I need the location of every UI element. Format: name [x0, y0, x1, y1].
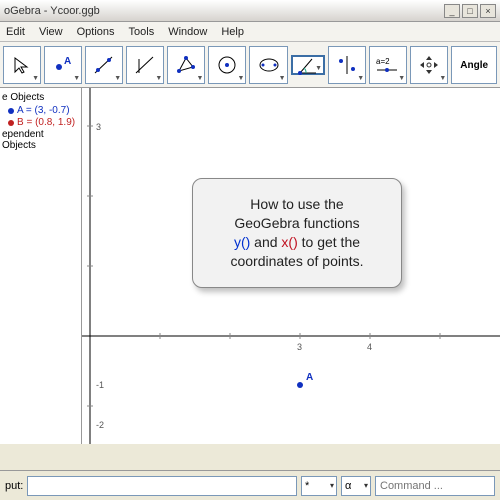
- chevron-down-icon: ▼: [279, 75, 286, 82]
- tool-slider[interactable]: a=2 ▼: [369, 46, 407, 84]
- toolbar: ▼ A▼ ▼ ▼ ▼ ▼ ▼ ▼ ▼ a=2▼ ▼ Angle: [0, 42, 500, 88]
- chevron-down-icon: ▾: [364, 481, 370, 490]
- y-tick-n2: -2: [96, 420, 104, 430]
- graphics-view[interactable]: 3 4 3 -1 -2 A How to use the GeoGebra fu…: [82, 88, 500, 444]
- y-tick-n1: -1: [96, 380, 104, 390]
- window-titlebar: oGebra - Ycoor.ggb _ □ ×: [0, 0, 500, 22]
- tool-label-angle[interactable]: Angle: [451, 46, 497, 84]
- object-b[interactable]: B = (0.8, 1.9): [8, 117, 79, 128]
- chevron-down-icon: ▼: [357, 75, 364, 82]
- object-a[interactable]: A = (3, -0.7): [8, 105, 79, 116]
- tool-move[interactable]: ▼: [3, 46, 41, 84]
- tool-polygon[interactable]: ▼: [167, 46, 205, 84]
- tool-circle[interactable]: ▼: [208, 46, 246, 84]
- command-select[interactable]: [375, 476, 495, 496]
- window-title: oGebra - Ycoor.ggb: [4, 0, 100, 22]
- svg-text:A: A: [64, 56, 71, 67]
- chevron-down-icon: ▼: [439, 75, 446, 82]
- tool-reflect[interactable]: ▼: [328, 46, 366, 84]
- minimize-button[interactable]: _: [444, 4, 460, 18]
- chevron-down-icon: ▼: [32, 75, 39, 82]
- x-tick-3: 3: [297, 342, 302, 352]
- menu-tools[interactable]: Tools: [129, 26, 155, 38]
- tool-line[interactable]: ▼: [85, 46, 123, 84]
- tool-angle[interactable]: ▼: [291, 55, 326, 75]
- tool-segment[interactable]: ▼: [126, 46, 164, 84]
- menu-help[interactable]: Help: [221, 26, 244, 38]
- command-input[interactable]: [27, 476, 297, 496]
- input-bar: put: *▾ α▾: [0, 470, 500, 500]
- menu-bar: Edit View Options Tools Window Help: [0, 22, 500, 42]
- close-button[interactable]: ×: [480, 4, 496, 18]
- chevron-down-icon: ▼: [73, 75, 80, 82]
- chevron-down-icon: ▼: [398, 75, 405, 82]
- input-label: put:: [5, 480, 23, 492]
- work-area: e Objects A = (3, -0.7) B = (0.8, 1.9) e…: [0, 88, 500, 444]
- chevron-down-icon: ▼: [155, 75, 162, 82]
- maximize-button[interactable]: □: [462, 4, 478, 18]
- hint-tooltip: How to use the GeoGebra functions y() an…: [192, 178, 402, 288]
- y-tick-3: 3: [96, 122, 101, 132]
- tool-conic[interactable]: ▼: [249, 46, 287, 84]
- svg-text:a=2: a=2: [376, 57, 390, 66]
- chevron-down-icon: ▾: [330, 481, 336, 490]
- greek-picker[interactable]: α▾: [341, 476, 371, 496]
- menu-window[interactable]: Window: [168, 26, 207, 38]
- free-objects-header: e Objects: [2, 92, 79, 103]
- x-tick-4: 4: [367, 342, 372, 352]
- chevron-down-icon: ▼: [114, 75, 121, 82]
- point-a-label: A: [306, 372, 313, 383]
- chevron-down-icon: ▼: [196, 75, 203, 82]
- symbol-picker[interactable]: *▾: [301, 476, 337, 496]
- chevron-down-icon: ▼: [315, 65, 322, 72]
- point-icon: [8, 108, 14, 114]
- tool-point[interactable]: A▼: [44, 46, 82, 84]
- dependent-objects-header: ependent Objects: [2, 129, 79, 151]
- chevron-down-icon: ▼: [238, 75, 245, 82]
- menu-options[interactable]: Options: [77, 26, 115, 38]
- menu-view[interactable]: View: [39, 26, 63, 38]
- point-a[interactable]: [297, 382, 303, 388]
- algebra-view[interactable]: e Objects A = (3, -0.7) B = (0.8, 1.9) e…: [0, 88, 82, 444]
- point-icon: [8, 120, 14, 126]
- menu-edit[interactable]: Edit: [6, 26, 25, 38]
- tool-move-view[interactable]: ▼: [410, 46, 448, 84]
